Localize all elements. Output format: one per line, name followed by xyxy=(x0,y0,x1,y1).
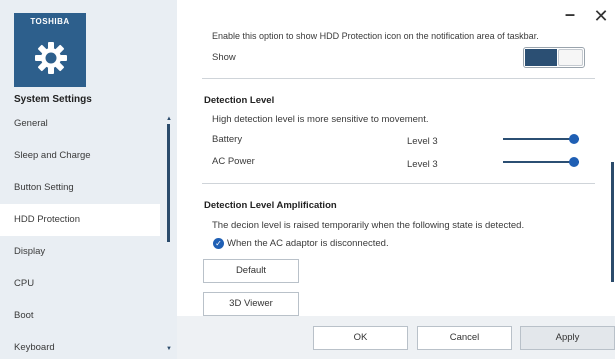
show-label: Show xyxy=(212,52,236,63)
ac-adaptor-checkbox-label: When the AC adaptor is disconnected. xyxy=(227,237,389,249)
sidebar-scrollbar[interactable] xyxy=(167,124,170,242)
sidebar-item-hdd-protection[interactable]: HDD Protection xyxy=(0,204,160,236)
divider xyxy=(202,183,595,184)
detection-level-description: High detection level is more sensitive t… xyxy=(212,114,429,125)
sidebar-item-keyboard[interactable]: Keyboard xyxy=(0,332,160,359)
app-logo-tile: TOSHIBA xyxy=(14,13,86,87)
toggle-knob xyxy=(558,49,583,66)
brand-logo: TOSHIBA xyxy=(30,17,70,26)
slider-track xyxy=(503,138,579,140)
slider-thumb[interactable] xyxy=(569,134,579,144)
ok-button[interactable]: OK xyxy=(313,326,408,350)
sidebar-item-sleep-and-charge[interactable]: Sleep and Charge xyxy=(0,140,160,172)
detection-level-title: Detection Level xyxy=(204,95,275,106)
show-icon-toggle[interactable] xyxy=(523,47,585,68)
battery-label: Battery xyxy=(212,134,243,145)
battery-level-slider[interactable] xyxy=(503,134,579,144)
slider-track xyxy=(503,161,579,163)
sidebar-item-cpu[interactable]: CPU xyxy=(0,268,160,300)
default-button[interactable]: Default xyxy=(203,259,299,283)
amplification-description: The decion level is raised temporarily w… xyxy=(212,220,525,231)
sidebar-item-button-setting[interactable]: Button Setting xyxy=(0,172,160,204)
sidebar-title: System Settings xyxy=(14,94,92,105)
ac-power-level-value: Level 3 xyxy=(407,159,438,170)
sidebar-item-general[interactable]: General xyxy=(0,108,160,140)
sidebar-item-display[interactable]: Display xyxy=(0,236,160,268)
cancel-button[interactable]: Cancel xyxy=(417,326,512,350)
minimize-button[interactable]: – xyxy=(560,4,580,24)
amplification-title: Detection Level Amplification xyxy=(204,200,337,211)
sidebar-scroll-up-icon[interactable]: ▲ xyxy=(166,116,172,122)
slider-thumb[interactable] xyxy=(569,157,579,167)
ac-power-level-slider[interactable] xyxy=(503,157,579,167)
divider xyxy=(202,78,595,79)
sidebar: TOSHIBA System Settings General Sleep an… xyxy=(0,0,177,359)
battery-level-value: Level 3 xyxy=(407,136,438,147)
main-scrollbar[interactable] xyxy=(611,162,614,282)
sidebar-scroll-down-icon[interactable]: ▼ xyxy=(166,346,172,352)
toggle-fill xyxy=(525,49,557,66)
dialog-button-bar: OK Cancel Apply xyxy=(177,316,615,359)
main-panel: – ✕ Enable this option to show HDD Prote… xyxy=(177,0,615,359)
apply-button[interactable]: Apply xyxy=(520,326,615,350)
checkbox-checked-icon[interactable]: ✓ xyxy=(213,237,224,249)
gear-icon xyxy=(35,42,67,74)
sidebar-item-boot[interactable]: Boot xyxy=(0,300,160,332)
ac-power-label: AC Power xyxy=(212,156,255,167)
3d-viewer-button[interactable]: 3D Viewer xyxy=(203,292,299,316)
notification-description: Enable this option to show HDD Protectio… xyxy=(212,31,539,41)
close-button[interactable]: ✕ xyxy=(591,6,611,26)
ac-adaptor-checkbox-row[interactable]: ✓ When the AC adaptor is disconnected. xyxy=(213,236,389,250)
